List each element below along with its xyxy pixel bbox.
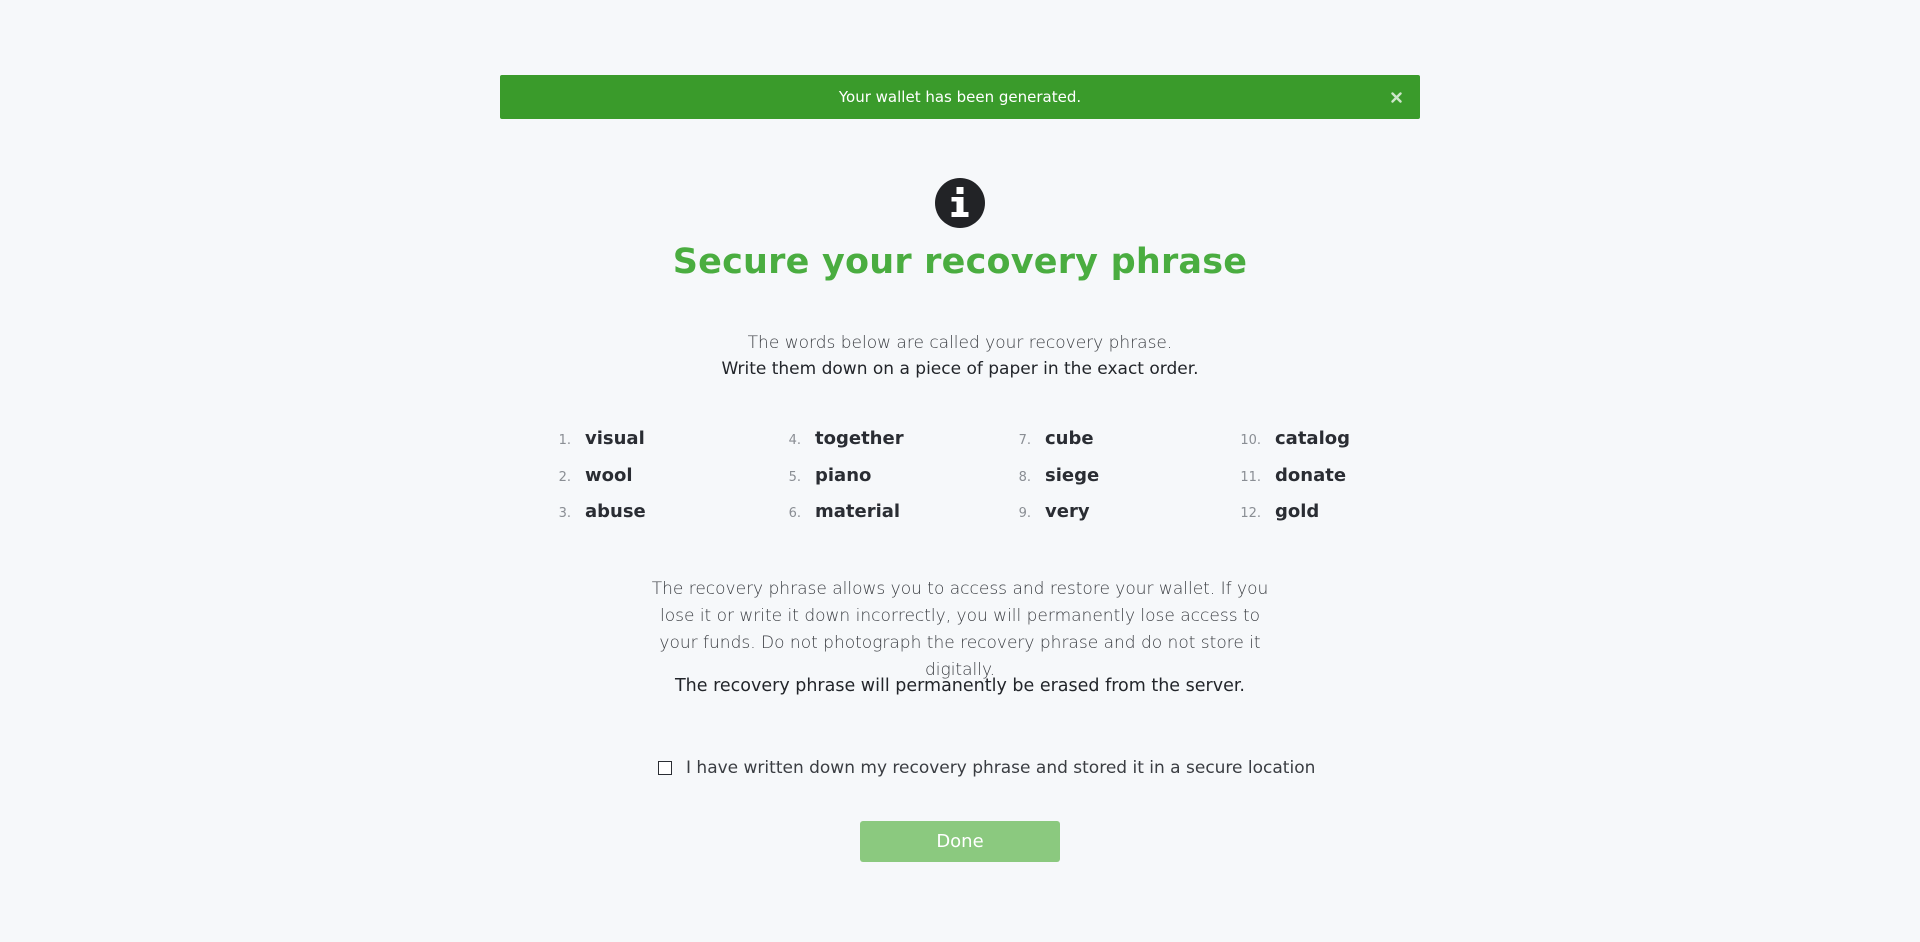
phrase-word: 7. cube [995,428,1094,464]
word-number: 1. [558,433,571,448]
confirm-checkbox-row[interactable]: I have written down my recovery phrase a… [658,758,1315,778]
confirm-checkbox[interactable] [658,761,672,775]
erase-notice: The recovery phrase will permanently be … [674,676,1245,696]
word-number: 4. [788,433,801,448]
word-text: catalog [1275,428,1350,449]
word-number: 7. [1018,433,1031,448]
phrase-word: 8. siege [995,465,1100,501]
phrase-word: 6. material [765,501,900,537]
word-text: gold [1275,501,1320,522]
word-text: abuse [585,501,646,522]
word-text: together [815,428,904,449]
word-number: 2. [558,470,571,485]
word-number: 5. [788,470,801,485]
phrase-word: 10. catalog [1225,428,1350,464]
word-number: 6. [788,506,801,521]
word-text: cube [1045,428,1094,449]
page-title: Secure your recovery phrase [672,242,1248,282]
recovery-phrase-page: Your wallet has been generated. Secure y… [0,0,1920,942]
phrase-word: 1. visual [535,428,645,464]
word-number: 12. [1240,506,1261,521]
intro-text: The words below are called your recovery… [0,330,1920,382]
phrase-word: 4. together [765,428,904,464]
word-text: material [815,501,901,522]
word-number: 8. [1018,470,1031,485]
phrase-word: 5. piano [765,465,872,501]
word-text: visual [585,428,645,449]
word-text: wool [585,465,633,486]
word-text: siege [1045,465,1100,486]
warning-text: The recovery phrase allows you to access… [651,579,1269,680]
phrase-word: 12. gold [1225,501,1319,537]
alert-message: Your wallet has been generated. [838,88,1082,106]
phrase-word: 9. very [995,501,1090,537]
phrase-word: 11. donate [1225,465,1346,501]
word-text: donate [1275,465,1347,486]
close-icon[interactable] [1388,89,1404,105]
intro-line-1: The words below are called your recovery… [747,333,1173,353]
confirm-label: I have written down my recovery phrase a… [686,758,1316,778]
intro-line-2: Write them down on a piece of paper in t… [721,359,1199,379]
done-button[interactable]: Done [860,821,1060,862]
success-alert: Your wallet has been generated. [500,75,1420,119]
word-text: piano [815,465,872,486]
word-number: 10. [1240,433,1261,448]
phrase-word: 2. wool [535,465,633,501]
word-number: 3. [558,506,571,521]
recovery-phrase-grid: 1. visual 2. wool 3. abuse 4. together 5… [535,428,1395,540]
word-text: very [1045,501,1090,522]
word-number: 9. [1018,506,1031,521]
word-number: 11. [1240,470,1261,485]
phrase-word: 3. abuse [535,501,646,537]
info-icon [935,178,985,228]
